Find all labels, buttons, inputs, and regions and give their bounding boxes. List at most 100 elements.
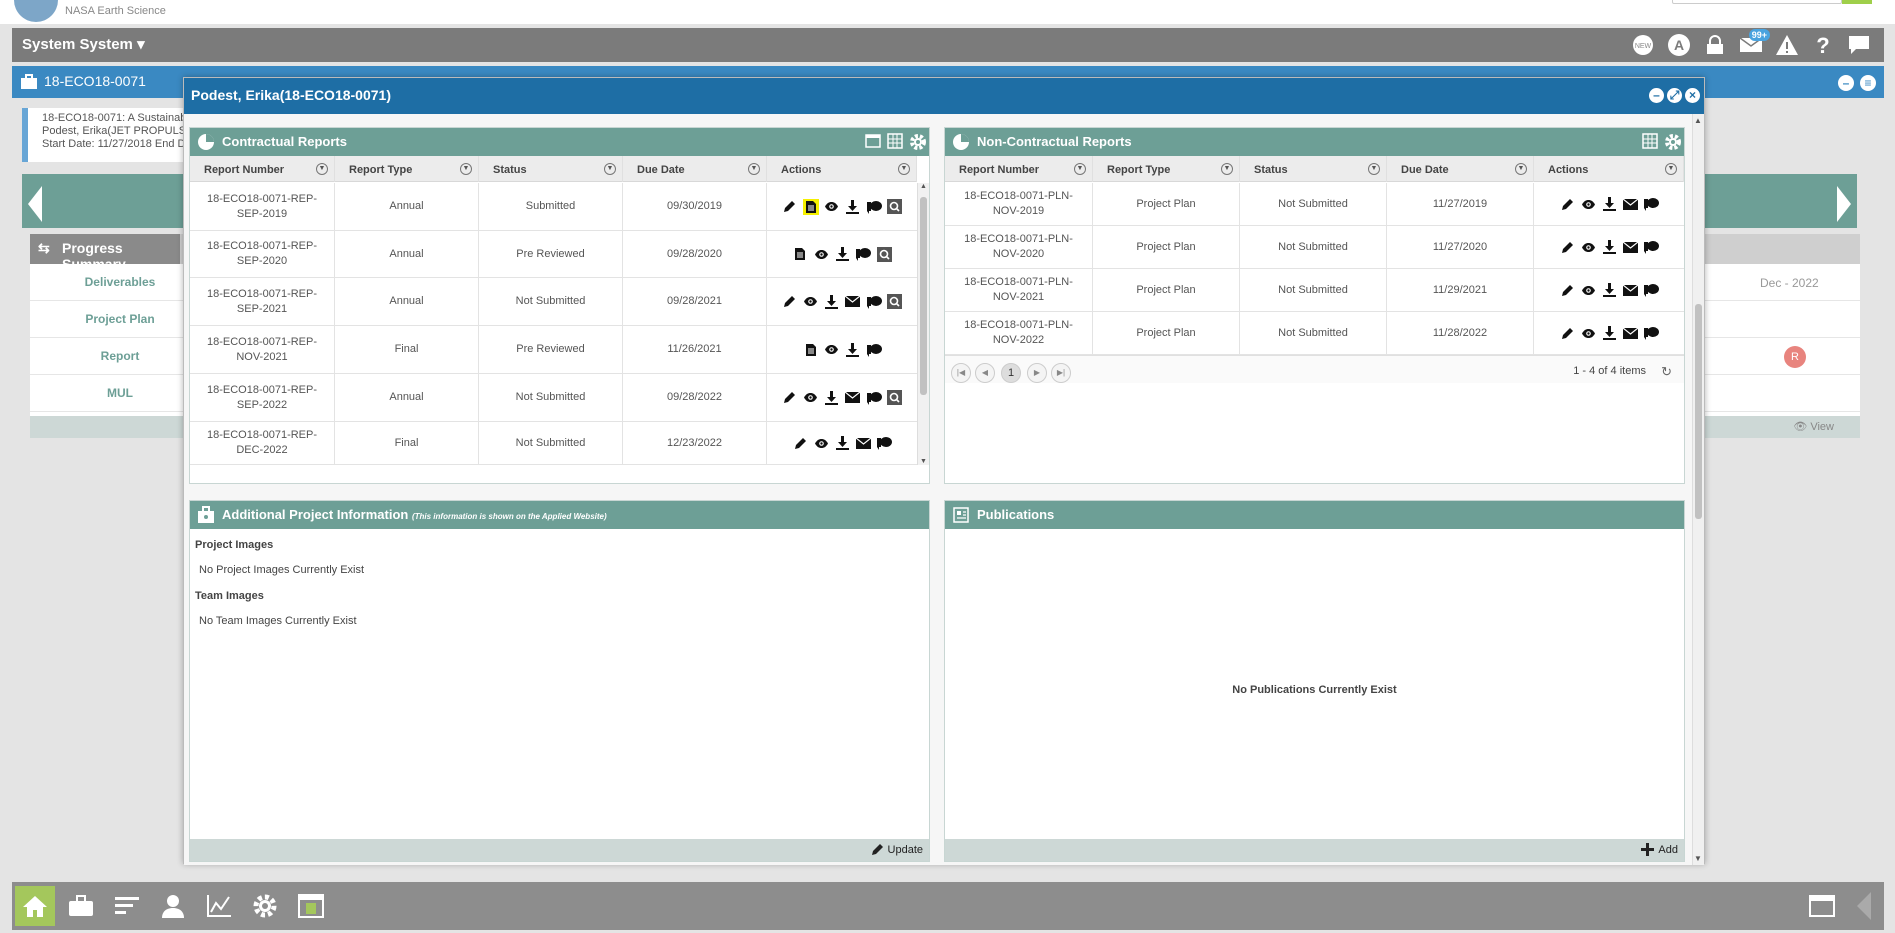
eye-icon[interactable] <box>803 294 819 310</box>
column-header[interactable]: Report Type ▼ <box>1093 156 1240 182</box>
gear-icon[interactable] <box>909 133 927 151</box>
download-icon[interactable] <box>824 390 840 406</box>
grid-icon[interactable] <box>1642 133 1658 149</box>
comment-icon[interactable] <box>876 435 892 451</box>
eye-icon[interactable] <box>824 342 840 358</box>
eye-icon[interactable] <box>803 390 819 406</box>
column-header[interactable]: Actions ▼ <box>767 156 917 182</box>
column-header[interactable]: Report Type ▼ <box>335 156 479 182</box>
menu-icon[interactable]: ≡ <box>1860 75 1876 91</box>
top-green-button[interactable] <box>1842 0 1872 4</box>
filter-icon[interactable]: ▼ <box>460 163 472 175</box>
eye-icon[interactable] <box>1580 239 1596 255</box>
grid-icon[interactable] <box>887 133 903 149</box>
collapse-icon[interactable]: – <box>1838 75 1854 91</box>
filter-icon[interactable]: ▼ <box>1665 163 1677 175</box>
table-row[interactable]: 18-ECO18-0071-REP-DEC-2022 Final Not Submi… <box>190 422 917 465</box>
mail-icon[interactable] <box>845 390 861 406</box>
modal-scroll-thumb[interactable] <box>1695 304 1702 519</box>
briefcase-icon[interactable] <box>61 886 101 926</box>
column-header[interactable]: Actions ▼ <box>1534 156 1684 182</box>
filter-icon[interactable]: ▼ <box>316 163 328 175</box>
download-icon[interactable] <box>1601 325 1617 341</box>
q-icon[interactable] <box>887 199 903 215</box>
gear-icon[interactable] <box>245 886 285 926</box>
column-header[interactable]: Due Date ▼ <box>1387 156 1534 182</box>
download-icon[interactable] <box>834 435 850 451</box>
q-icon[interactable] <box>876 246 892 262</box>
list-sort-icon[interactable] <box>107 886 147 926</box>
table-row[interactable]: 18-ECO18-0071-PLN-NOV-2019 Project Plan No… <box>945 183 1684 226</box>
eye-icon[interactable] <box>824 199 840 215</box>
new-icon[interactable]: NEW <box>1630 32 1656 58</box>
table-row[interactable]: 18-ECO18-0071-PLN-NOV-2020 Project Plan No… <box>945 226 1684 269</box>
mail-icon[interactable] <box>1622 282 1638 298</box>
lock-add-icon[interactable] <box>1702 32 1728 58</box>
eye-icon[interactable] <box>813 246 829 262</box>
banner-next-arrow[interactable] <box>1837 186 1851 222</box>
q-icon[interactable] <box>887 390 903 406</box>
modal-scrollbar[interactable]: ▲ ▼ <box>1692 114 1704 865</box>
eye-icon[interactable] <box>1580 325 1596 341</box>
gear-icon[interactable] <box>1664 133 1682 151</box>
comment-icon[interactable] <box>866 199 882 215</box>
download-icon[interactable] <box>824 294 840 310</box>
minimize-icon[interactable]: – <box>1649 88 1664 103</box>
column-header[interactable]: Due Date ▼ <box>623 156 767 182</box>
top-search-input[interactable] <box>1672 0 1842 4</box>
comment-icon[interactable] <box>855 246 871 262</box>
project-window-icon[interactable] <box>291 886 331 926</box>
table-row[interactable]: 18-ECO18-0071-PLN-NOV-2022 Project Plan No… <box>945 312 1684 355</box>
help-icon[interactable]: ? <box>1810 32 1836 58</box>
filter-icon[interactable]: ▼ <box>1074 163 1086 175</box>
next-page-button[interactable]: ▶ <box>1027 363 1047 383</box>
table-row[interactable]: 18-ECO18-0071-REP-NOV-2021 Final Pre Revie… <box>190 326 917 374</box>
column-header[interactable]: Status ▼ <box>1240 156 1387 182</box>
table-row[interactable]: 18-ECO18-0071-REP-SEP-2019 Annual Submitte… <box>190 183 917 231</box>
last-page-button[interactable]: ▶| <box>1051 363 1071 383</box>
table-row[interactable]: 18-ECO18-0071-REP-SEP-2020 Annual Pre Revi… <box>190 231 917 278</box>
mail-icon[interactable] <box>1622 239 1638 255</box>
user-menu[interactable]: System System ▾ <box>22 35 145 53</box>
comment-icon[interactable] <box>1643 239 1659 255</box>
filter-icon[interactable]: ▼ <box>1368 163 1380 175</box>
prev-page-button[interactable]: ◀ <box>975 363 995 383</box>
window-icon[interactable] <box>865 133 881 149</box>
column-header[interactable]: Status ▼ <box>479 156 623 182</box>
edit-icon[interactable] <box>792 435 808 451</box>
filter-icon[interactable]: ▼ <box>1221 163 1233 175</box>
table-row[interactable]: 18-ECO18-0071-REP-SEP-2022 Annual Not Subm… <box>190 374 917 422</box>
comment-icon[interactable] <box>1643 196 1659 212</box>
scroll-up-arrow[interactable]: ▲ <box>1694 116 1702 125</box>
table-row[interactable]: 18-ECO18-0071-PLN-NOV-2021 Project Plan No… <box>945 269 1684 312</box>
document-icon[interactable] <box>802 198 819 215</box>
chart-icon[interactable] <box>199 886 239 926</box>
close-icon[interactable]: × <box>1685 88 1700 103</box>
edit-icon[interactable] <box>1559 282 1575 298</box>
q-icon[interactable] <box>887 294 903 310</box>
comment-icon[interactable] <box>866 294 882 310</box>
comment-icon[interactable] <box>866 390 882 406</box>
filter-icon[interactable]: ▼ <box>1515 163 1527 175</box>
edit-icon[interactable] <box>782 390 798 406</box>
mail-icon[interactable] <box>855 435 871 451</box>
scroll-down-arrow[interactable]: ▼ <box>1694 854 1702 863</box>
add-button[interactable]: Add <box>1641 843 1678 856</box>
table-row[interactable]: 18-ECO18-0071-REP-SEP-2021 Annual Not Subm… <box>190 278 917 326</box>
edit-icon[interactable] <box>782 199 798 215</box>
refresh-icon[interactable]: ↻ <box>1661 364 1672 380</box>
mail-icon[interactable]: 99+ <box>1738 29 1770 58</box>
window-icon[interactable] <box>1802 886 1842 926</box>
comment-icon[interactable] <box>1643 325 1659 341</box>
edit-icon[interactable] <box>1559 325 1575 341</box>
filter-icon[interactable]: ▼ <box>898 163 910 175</box>
user-icon[interactable] <box>153 886 193 926</box>
page-1-button[interactable]: 1 <box>1001 363 1021 383</box>
update-button[interactable]: Update <box>871 843 923 856</box>
contractual-scrollbar[interactable]: ▲ ▼ <box>917 183 929 465</box>
eye-icon[interactable] <box>813 435 829 451</box>
download-icon[interactable] <box>1601 239 1617 255</box>
dock-collapse-arrow[interactable] <box>1844 886 1884 926</box>
download-icon[interactable] <box>1601 282 1617 298</box>
warning-icon[interactable] <box>1774 32 1800 58</box>
